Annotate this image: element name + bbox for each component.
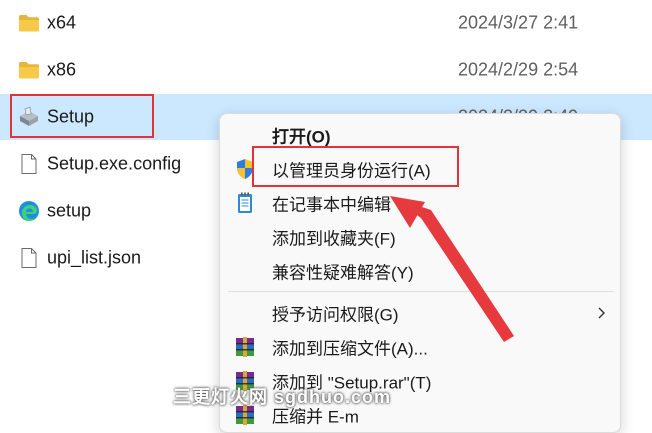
menu-separator	[228, 291, 614, 292]
file-date: 2024/2/29 2:54	[458, 59, 579, 80]
menu-item-run-as-admin[interactable]: 以管理员身份运行(A)	[220, 152, 620, 186]
notepad-icon	[238, 192, 252, 213]
file-row-x64[interactable]: x64 2024/3/27 2:41	[0, 0, 652, 46]
file-icon	[21, 154, 37, 174]
file-date: 2024/3/27 2:41	[458, 12, 579, 33]
file-name: setup	[47, 200, 92, 221]
menu-item-open[interactable]: 打开(O)	[220, 118, 620, 152]
menu-item-label: 兼容性疑难解答(Y)	[272, 263, 414, 283]
menu-item-add-archive[interactable]: 添加到压缩文件(A)...	[220, 330, 620, 364]
menu-item-edit-notepad[interactable]: 在记事本中编辑	[220, 186, 620, 220]
file-name: Setup.exe.config	[47, 153, 182, 174]
menu-item-grant-access[interactable]: 授予访问权限(G)	[220, 296, 620, 330]
chevron-right-icon	[598, 307, 605, 319]
file-name: x64	[47, 12, 77, 33]
menu-item-label: 打开(O)	[272, 127, 331, 147]
edge-icon	[19, 201, 39, 221]
file-name: Setup	[47, 106, 95, 127]
menu-item-label: 授予访问权限(G)	[272, 305, 399, 325]
winrar-icon	[236, 337, 254, 357]
file-icon	[21, 248, 37, 268]
menu-item-label: 添加到收藏夹(F)	[272, 229, 396, 249]
shield-icon	[237, 159, 253, 179]
watermark-text: 三更灯火网 sgdhuo.com	[173, 387, 391, 407]
file-name: upi_list.json	[47, 247, 142, 268]
menu-item-label: 添加到压缩文件(A)...	[272, 339, 428, 359]
menu-item-label: 以管理员身份运行(A)	[272, 161, 431, 181]
menu-item-label: 在记事本中编辑	[272, 195, 391, 215]
installer-icon	[20, 106, 38, 126]
menu-item-compatibility[interactable]: 兼容性疑难解答(Y)	[220, 254, 620, 288]
menu-item-add-favorites[interactable]: 添加到收藏夹(F)	[220, 220, 620, 254]
file-row-x86[interactable]: x86 2024/2/29 2:54	[0, 47, 652, 93]
file-name: x86	[47, 59, 77, 80]
folder-icon	[19, 15, 39, 32]
folder-icon	[19, 62, 39, 79]
